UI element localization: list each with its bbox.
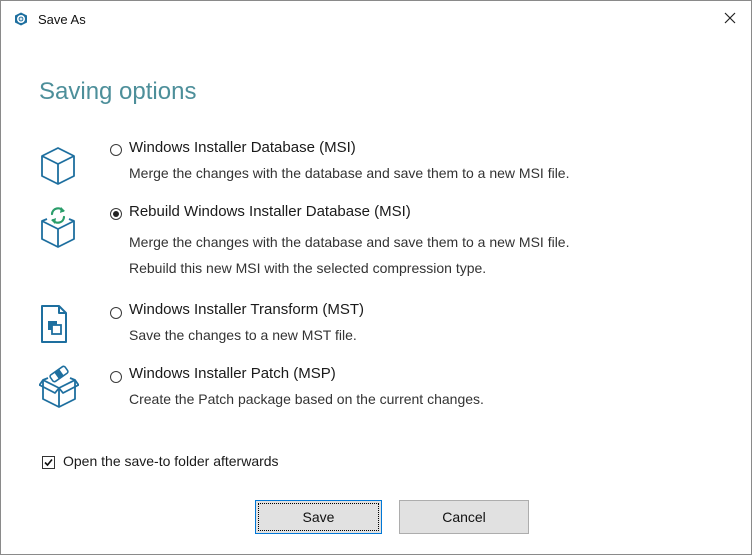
rebuild-package-icon bbox=[41, 207, 75, 248]
option-mst-desc: Save the changes to a new MST file. bbox=[129, 327, 357, 343]
close-icon bbox=[724, 12, 736, 24]
option-rebuild-msi-label: Rebuild Windows Installer Database (MSI) bbox=[129, 203, 411, 220]
app-icon bbox=[15, 12, 27, 26]
open-folder-label: Open the save-to folder afterwards bbox=[63, 453, 279, 469]
cancel-button[interactable]: Cancel bbox=[399, 500, 529, 534]
radio-msp[interactable] bbox=[110, 371, 122, 383]
option-msp-desc: Create the Patch package based on the cu… bbox=[129, 391, 484, 407]
option-rebuild-msi-desc-line1: Merge the changes with the database and … bbox=[129, 234, 570, 250]
option-rebuild-msi-desc-line2: Rebuild this new MSI with the selected c… bbox=[129, 260, 487, 276]
checkmark-icon bbox=[44, 458, 53, 467]
close-button[interactable] bbox=[715, 5, 745, 31]
option-msi-desc: Merge the changes with the database and … bbox=[129, 165, 570, 181]
transform-file-icon bbox=[41, 305, 67, 343]
window-title: Save As bbox=[38, 12, 86, 27]
title-bar: Save As bbox=[1, 1, 751, 35]
option-msp-label: Windows Installer Patch (MSP) bbox=[129, 365, 336, 382]
patch-package-icon bbox=[39, 365, 79, 408]
radio-msi[interactable] bbox=[110, 144, 122, 156]
radio-mst[interactable] bbox=[110, 307, 122, 319]
page-title: Saving options bbox=[39, 78, 197, 105]
cancel-button-label: Cancel bbox=[442, 509, 486, 525]
option-msi-label: Windows Installer Database (MSI) bbox=[129, 139, 356, 156]
save-as-dialog: Save As Saving options Windows Installer… bbox=[0, 0, 752, 555]
radio-rebuild-msi[interactable] bbox=[110, 208, 122, 220]
focus-rectangle bbox=[258, 503, 379, 531]
package-icon bbox=[41, 147, 75, 185]
save-button[interactable]: Save bbox=[255, 500, 382, 534]
option-mst-label: Windows Installer Transform (MST) bbox=[129, 301, 365, 318]
open-folder-checkbox[interactable] bbox=[42, 456, 55, 469]
